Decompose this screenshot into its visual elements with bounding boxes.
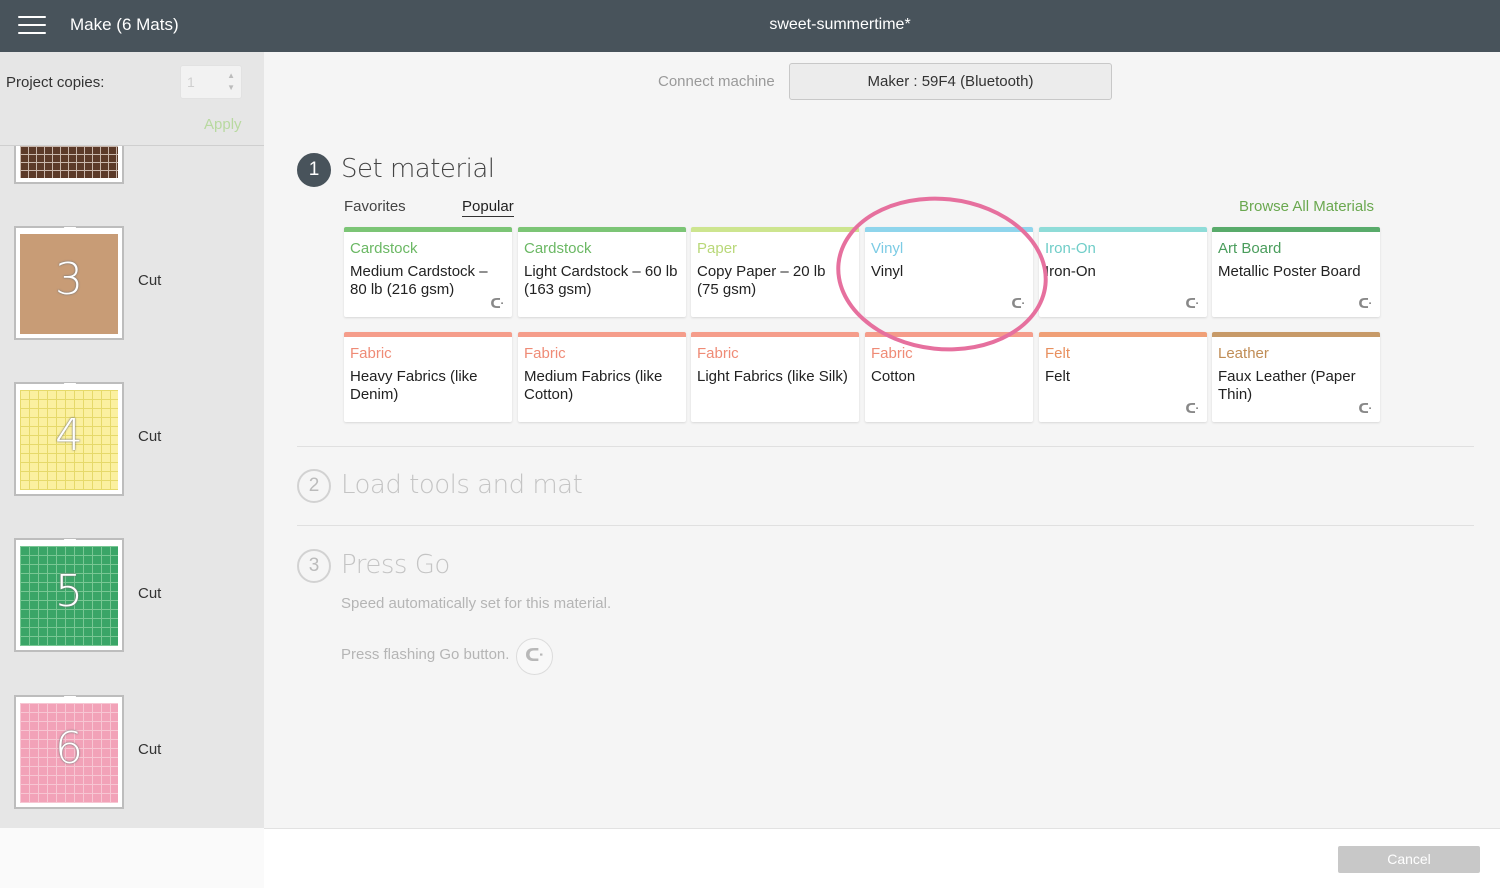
mat-status-label: Cut: [138, 741, 162, 758]
material-card[interactable]: Fabric Medium Fabrics (like Cotton): [518, 332, 686, 422]
mat-status-label: Cut: [138, 272, 162, 289]
footer-bar: Cancel: [264, 828, 1500, 888]
material-name: Faux Leather (Paper Thin): [1218, 368, 1356, 403]
material-name: Light Fabrics (like Silk): [697, 368, 848, 385]
material-category: Leather: [1218, 345, 1269, 362]
cricut-icon: ᑢ: [1185, 297, 1199, 312]
material-card[interactable]: Felt Felt ᑢ: [1039, 332, 1207, 422]
cricut-icon: ᑢ: [1358, 402, 1372, 417]
menu-icon[interactable]: [18, 16, 46, 36]
apply-button[interactable]: Apply: [204, 116, 242, 133]
material-name: Vinyl: [871, 263, 904, 280]
tab-favorites[interactable]: Favorites: [344, 198, 406, 215]
material-card[interactable]: Leather Faux Leather (Paper Thin) ᑢ: [1212, 332, 1380, 422]
material-name: Cotton: [871, 368, 916, 385]
material-name: Felt: [1045, 368, 1071, 385]
connect-machine-label: Connect machine: [658, 73, 775, 90]
mat-number: 4: [55, 410, 83, 461]
material-category: Art Board: [1218, 240, 1282, 257]
material-card[interactable]: Fabric Light Fabrics (like Silk): [691, 332, 859, 422]
material-category: Cardstock: [350, 240, 418, 257]
machine-select-button[interactable]: Maker : 59F4 (Bluetooth): [789, 63, 1112, 100]
mat-status-label: Cut: [138, 428, 162, 445]
material-name: Metallic Poster Board: [1218, 263, 1361, 280]
document-title: sweet-summertime*: [769, 16, 911, 33]
material-category: Fabric: [697, 345, 739, 362]
project-copies-label: Project copies:: [6, 74, 105, 91]
main-panel: Connect machine Maker : 59F4 (Bluetooth)…: [264, 52, 1500, 828]
material-name: Light Cardstock – 60 lb (163 gsm): [524, 263, 678, 298]
material-category: Fabric: [524, 345, 566, 362]
material-card[interactable]: Cardstock Medium Cardstock – 80 lb (216 …: [344, 227, 512, 317]
go-button-icon: ᑢ: [516, 638, 553, 675]
mat-thumbnail-3[interactable]: 3: [14, 226, 124, 340]
material-card-vinyl[interactable]: Vinyl Vinyl ᑢ: [865, 227, 1033, 317]
material-category: Cardstock: [524, 240, 592, 257]
mat-thumbnail-5[interactable]: 5: [14, 538, 124, 652]
material-card[interactable]: Iron-On Iron-On ᑢ: [1039, 227, 1207, 317]
step-2-badge: 2: [297, 469, 331, 503]
cancel-button[interactable]: Cancel: [1338, 846, 1480, 873]
project-copies-value: 1: [187, 74, 195, 90]
material-category: Fabric: [350, 345, 392, 362]
section-divider: [297, 525, 1474, 526]
stepper-arrows-icon[interactable]: ▲ ▼: [227, 70, 235, 94]
tab-popular[interactable]: Popular: [462, 198, 514, 217]
project-copies-stepper[interactable]: 1 ▲ ▼: [180, 65, 242, 99]
mat-number: 6: [55, 723, 83, 774]
material-card[interactable]: Art Board Metallic Poster Board ᑢ: [1212, 227, 1380, 317]
mats-sidebar: Project copies: 1 ▲ ▼ Apply 3 Cut 4 Cut 5…: [0, 52, 264, 828]
step-2-title: Load tools and mat: [341, 470, 583, 500]
section-divider: [297, 446, 1474, 447]
cricut-icon: ᑢ: [1358, 297, 1372, 312]
material-name: Iron-On: [1045, 263, 1096, 280]
app-title: Make (6 Mats): [70, 15, 179, 34]
material-category: Vinyl: [871, 240, 904, 257]
step-3-title: Press Go: [341, 550, 450, 580]
mat-number: 5: [55, 566, 83, 617]
material-name: Medium Cardstock – 80 lb (216 gsm): [350, 263, 488, 298]
cricut-icon: ᑢ: [490, 297, 504, 312]
step-1-title: Set material: [341, 154, 495, 184]
material-category: Felt: [1045, 345, 1071, 362]
step-3-badge: 3: [297, 549, 331, 583]
material-name: Medium Fabrics (like Cotton): [524, 368, 663, 403]
mat-thumbnail-partial[interactable]: [14, 146, 124, 184]
sidebar-footer: [0, 828, 264, 888]
material-card[interactable]: Cardstock Light Cardstock – 60 lb (163 g…: [518, 227, 686, 317]
material-card[interactable]: Fabric Cotton: [865, 332, 1033, 422]
material-name: Copy Paper – 20 lb (75 gsm): [697, 263, 826, 298]
cricut-icon: ᑢ: [1185, 402, 1199, 417]
mat-thumbnail-4[interactable]: 4: [14, 382, 124, 496]
material-category: Fabric: [871, 345, 913, 362]
material-card[interactable]: Paper Copy Paper – 20 lb (75 gsm): [691, 227, 859, 317]
mat-thumbnail-6[interactable]: 6: [14, 695, 124, 809]
material-category: Paper: [697, 240, 738, 257]
cricut-icon: ᑢ: [1011, 297, 1025, 312]
step-1-badge: 1: [297, 153, 331, 187]
speed-info-text: Speed automatically set for this materia…: [341, 595, 612, 612]
mat-status-label: Cut: [138, 585, 162, 602]
press-go-text: Press flashing Go button.: [341, 646, 510, 663]
mat-number: 3: [55, 254, 83, 305]
material-name: Heavy Fabrics (like Denim): [350, 368, 478, 403]
browse-all-materials-link[interactable]: Browse All Materials: [1239, 198, 1374, 215]
top-bar: Make (6 Mats) sweet-summertime*: [0, 0, 1500, 52]
material-category: Iron-On: [1045, 240, 1096, 257]
material-card[interactable]: Fabric Heavy Fabrics (like Denim): [344, 332, 512, 422]
